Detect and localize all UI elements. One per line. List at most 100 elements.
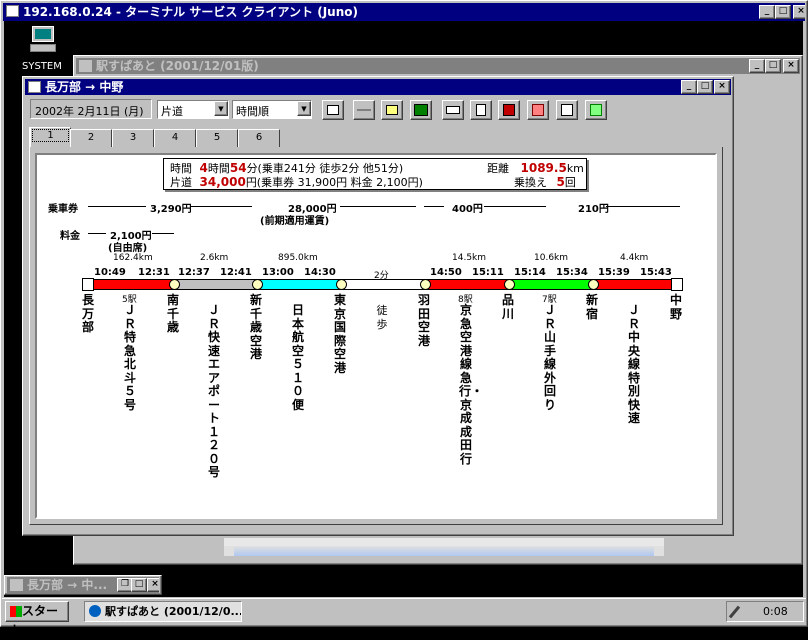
- origin-marker: [82, 278, 94, 291]
- calendar-icon-button[interactable]: [322, 100, 344, 120]
- clock: 0:08: [763, 605, 788, 618]
- station-shinagawa[interactable]: 品川: [501, 293, 515, 321]
- station-shin-chitose[interactable]: 新千歳空港: [249, 293, 263, 362]
- time-minutes: 54: [229, 161, 247, 175]
- settings-icon-button[interactable]: [498, 100, 520, 120]
- fare-label: 片道: [170, 176, 192, 189]
- next-icon-button[interactable]: [585, 100, 607, 120]
- line-2[interactable]: ＪＲ快速エアポート１２０号: [207, 303, 221, 480]
- print-icon-button[interactable]: [442, 100, 464, 120]
- search-icon-button[interactable]: [556, 100, 578, 120]
- date-field[interactable]: 2002年 2月11日 (月): [30, 99, 152, 119]
- route-icon-button[interactable]: [353, 100, 375, 120]
- distance-7: 4.4km: [620, 253, 649, 263]
- line-6[interactable]: ＪＲ山手線外回り: [543, 303, 557, 412]
- tab-3[interactable]: 3: [112, 129, 154, 147]
- time-4: 13:00: [262, 267, 294, 278]
- line-1[interactable]: ＪＲ特急北斗５号: [123, 303, 137, 412]
- segment-chuo: [594, 279, 678, 290]
- tab-4[interactable]: 4: [154, 129, 196, 147]
- minimize-button[interactable]: _: [759, 5, 775, 19]
- chevron-down-icon: ▼: [214, 101, 228, 116]
- charge-fare-1-note: (自由席): [108, 243, 148, 254]
- app-maximize-button[interactable]: □: [765, 59, 781, 73]
- app-scroll-area: [664, 538, 794, 558]
- route-close-button[interactable]: ×: [714, 80, 730, 94]
- app-icon: [79, 60, 92, 72]
- route-titlebar[interactable]: 長万部 → 中野 _ □ ×: [25, 79, 731, 95]
- time-6: 14:50: [430, 267, 462, 278]
- close-button[interactable]: ×: [793, 5, 805, 19]
- distance-value: 1089.5: [520, 161, 567, 175]
- windows-logo-icon: [10, 606, 22, 617]
- station-tokyo-intl[interactable]: 東京国際空港: [333, 293, 347, 375]
- station-dot[interactable]: [504, 279, 515, 290]
- rdp-titlebar[interactable]: 192.168.0.24 - ターミナル サービス クライアント (Juno) …: [3, 3, 805, 21]
- tab-5[interactable]: 5: [196, 129, 238, 147]
- time-1: 12:31: [138, 267, 170, 278]
- tab-6[interactable]: 6: [238, 129, 280, 147]
- clipboard-icon-button[interactable]: [470, 100, 492, 120]
- distance-2: 2.6km: [200, 253, 229, 263]
- charge-label: 料金: [60, 231, 80, 242]
- app-hscroll[interactable]: [224, 538, 664, 556]
- ticket-fare-2-note: (前期適用運賃): [260, 216, 330, 227]
- station-destination[interactable]: 中野: [669, 293, 683, 321]
- station-dot[interactable]: [169, 279, 180, 290]
- start-button[interactable]: スタート: [5, 601, 69, 637]
- desktop-icon-label: SYSTEM: [22, 61, 62, 72]
- distance-label: 距離: [487, 162, 509, 175]
- station-minami-chitose[interactable]: 南千歳: [166, 293, 180, 335]
- mini-close-button[interactable]: ×: [147, 578, 159, 592]
- taskbar-item[interactable]: 駅すぱあと (2001/12/0...: [84, 601, 242, 622]
- segment-air: [258, 279, 342, 290]
- segment-walk: [342, 279, 426, 290]
- route-maximize-button[interactable]: □: [697, 80, 713, 94]
- time-10: 15:39: [598, 267, 630, 278]
- mini-maximize-button[interactable]: □: [131, 578, 147, 592]
- transfer-label: 乗換え: [514, 176, 547, 189]
- rdp-icon: [6, 5, 19, 17]
- destination-marker: [671, 278, 683, 291]
- sort-select[interactable]: 時間順 ▼: [232, 100, 312, 119]
- trip-select[interactable]: 片道 ▼: [157, 100, 229, 119]
- station-dot[interactable]: [588, 279, 599, 290]
- pen-icon[interactable]: [728, 605, 741, 619]
- app-minimize-button[interactable]: _: [749, 59, 765, 73]
- computer-icon[interactable]: [30, 26, 58, 54]
- display-icon-button[interactable]: [410, 100, 432, 120]
- distance-1: 162.4km: [113, 253, 153, 263]
- copy-icon-button[interactable]: [381, 100, 403, 120]
- ticket-fare-1: 3,290円: [150, 204, 192, 215]
- app-close-button[interactable]: ×: [783, 59, 799, 73]
- distance-3: 895.0km: [278, 253, 318, 263]
- app-icon: [89, 605, 101, 617]
- app-titlebar[interactable]: 駅すぱあと (2001/12/01版) _ □ ×: [76, 58, 800, 74]
- station-dot[interactable]: [336, 279, 347, 290]
- tab-1[interactable]: 1: [29, 127, 71, 147]
- station-shinjuku[interactable]: 新宿: [585, 293, 599, 321]
- line-5[interactable]: 京急空港線急行・京成成田行: [459, 303, 483, 466]
- tab-2[interactable]: 2: [70, 129, 112, 147]
- route-minimize-button[interactable]: _: [681, 80, 697, 94]
- rdp-title: 192.168.0.24 - ターミナル サービス クライアント (Juno): [23, 5, 358, 19]
- line-7[interactable]: ＪＲ中央線特別快速: [627, 303, 641, 426]
- maximize-button[interactable]: □: [775, 5, 791, 19]
- ticket-label: 乗車券: [48, 204, 78, 215]
- route-title: 長万部 → 中野: [45, 80, 124, 94]
- minimized-window[interactable]: 長万部 → 中... ❐ □ ×: [4, 575, 162, 595]
- system-tray: 0:08: [726, 601, 804, 622]
- line-3[interactable]: 日本航空５１０便: [291, 303, 305, 412]
- time-9: 15:34: [556, 267, 588, 278]
- time-hours: 4: [199, 161, 208, 175]
- summary-box: 時間 4時間54分(乗車241分 徒歩2分 他51分) 距離 1089.5km …: [163, 158, 587, 190]
- minimized-title: 長万部 → 中...: [27, 578, 108, 592]
- time-0: 10:49: [94, 267, 126, 278]
- station-dot[interactable]: [420, 279, 431, 290]
- minimized-icon: [10, 579, 23, 591]
- segment-rapid: [175, 279, 258, 290]
- prev-icon-button[interactable]: [527, 100, 549, 120]
- station-origin[interactable]: 長万部: [81, 293, 95, 335]
- station-haneda[interactable]: 羽田空港: [417, 293, 431, 348]
- station-dot[interactable]: [252, 279, 263, 290]
